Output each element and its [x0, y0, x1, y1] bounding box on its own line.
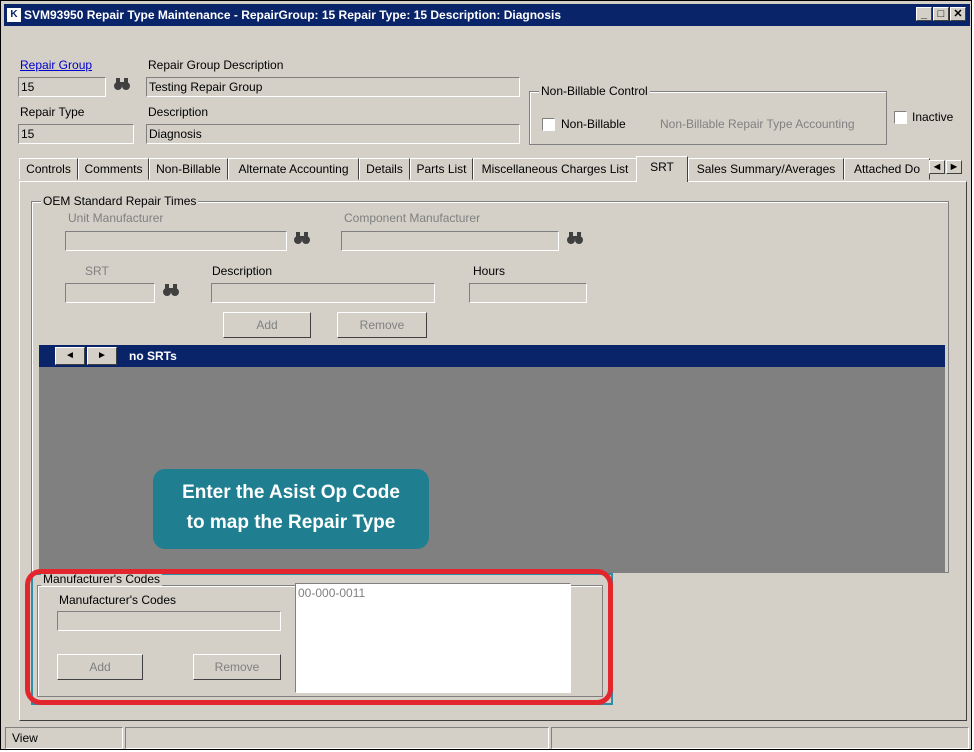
- status-cell-2: [125, 727, 549, 749]
- status-bar: View: [3, 727, 971, 749]
- repair-type-label: Repair Type: [20, 105, 85, 119]
- tab-controls[interactable]: Controls: [19, 158, 78, 180]
- grid-next-button[interactable]: ►: [87, 347, 117, 365]
- tab-parts-list[interactable]: Parts List: [410, 158, 473, 180]
- app-icon: K: [7, 8, 21, 22]
- status-cell-3: [551, 727, 969, 749]
- repair-group-desc-field[interactable]: Testing Repair Group: [146, 77, 520, 97]
- component-manufacturer-field[interactable]: [341, 231, 559, 251]
- srt-description-field[interactable]: [211, 283, 435, 303]
- srt-label: SRT: [85, 264, 109, 278]
- non-billable-accounting-label: Non-Billable Repair Type Accounting: [660, 117, 855, 131]
- highlight-box: [25, 569, 613, 705]
- window-title: SVM93950 Repair Type Maintenance - Repai…: [24, 8, 562, 22]
- unit-manufacturer-field[interactable]: [65, 231, 287, 251]
- main-window: K SVM93950 Repair Type Maintenance - Rep…: [0, 0, 972, 750]
- non-billable-checkbox[interactable]: [542, 118, 555, 131]
- oem-srt-title: OEM Standard Repair Times: [41, 194, 199, 208]
- grid-prev-button[interactable]: ◄: [55, 347, 85, 365]
- tab-comments[interactable]: Comments: [78, 158, 149, 180]
- tab-srt[interactable]: SRT: [636, 156, 688, 182]
- binoculars-icon[interactable]: [112, 77, 132, 97]
- tab-attached-documents[interactable]: Attached Do: [844, 158, 930, 180]
- tab-sales-summary[interactable]: Sales Summary/Averages: [688, 158, 844, 180]
- srt-grid-header: ◄ ► no SRTs: [39, 345, 945, 367]
- status-mode: View: [5, 727, 123, 749]
- inactive-checkbox[interactable]: [894, 111, 907, 124]
- srt-add-button[interactable]: Add: [223, 312, 311, 338]
- inactive-label: Inactive: [912, 110, 954, 124]
- component-manufacturer-lookup-icon[interactable]: [565, 231, 585, 251]
- non-billable-control-title: Non-Billable Control: [539, 84, 650, 98]
- instruction-callout: Enter the Asist Op Code to map the Repai…: [153, 469, 429, 549]
- tab-scroll-right-button[interactable]: ►: [946, 160, 962, 174]
- title-bar[interactable]: K SVM93950 Repair Type Maintenance - Rep…: [4, 4, 970, 26]
- tab-misc-charges-list[interactable]: Miscellaneous Charges List: [473, 158, 637, 180]
- hours-label: Hours: [473, 264, 506, 278]
- tab-alternate-accounting[interactable]: Alternate Accounting: [228, 158, 359, 180]
- close-button[interactable]: ✕: [950, 7, 966, 21]
- minimize-button[interactable]: _: [916, 7, 932, 21]
- srt-description-label: Description: [212, 264, 273, 278]
- callout-line-2: to map the Repair Type: [186, 512, 396, 533]
- repair-group-field[interactable]: 15: [18, 77, 106, 97]
- component-manufacturer-label: Component Manufacturer: [344, 211, 481, 225]
- tab-non-billable[interactable]: Non-Billable: [149, 158, 228, 180]
- unit-manufacturer-label: Unit Manufacturer: [68, 211, 164, 225]
- repair-group-link[interactable]: Repair Group: [20, 58, 92, 72]
- maximize-button[interactable]: □: [933, 7, 949, 21]
- repair-type-field[interactable]: 15: [18, 124, 134, 144]
- srt-remove-button[interactable]: Remove: [337, 312, 427, 338]
- non-billable-label: Non-Billable: [561, 117, 626, 131]
- tab-details[interactable]: Details: [359, 158, 410, 180]
- grid-caption: no SRTs: [129, 349, 177, 363]
- repair-group-desc-label: Repair Group Description: [148, 58, 284, 72]
- description-label: Description: [148, 105, 209, 119]
- tab-scroll-left-button[interactable]: ◄: [929, 160, 945, 174]
- callout-line-1: Enter the Asist Op Code: [182, 482, 400, 503]
- description-field[interactable]: Diagnosis: [146, 124, 520, 144]
- srt-field[interactable]: [65, 283, 155, 303]
- unit-manufacturer-lookup-icon[interactable]: [292, 231, 312, 251]
- hours-field[interactable]: [469, 283, 587, 303]
- srt-lookup-icon[interactable]: [161, 283, 181, 303]
